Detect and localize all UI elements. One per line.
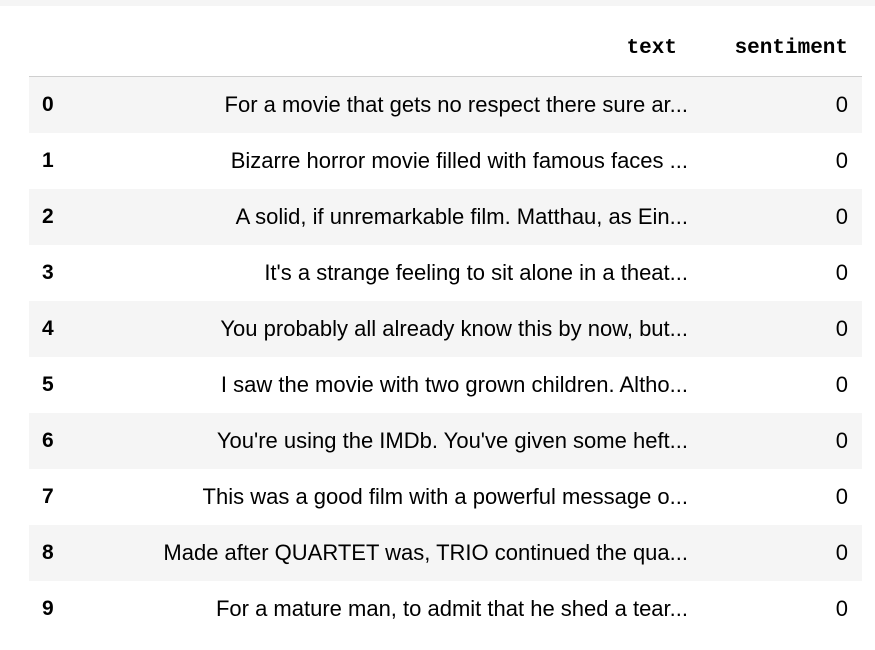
table-body: 0 For a movie that gets no respect there… [29, 76, 862, 637]
sentiment-cell: 0 [835, 91, 848, 117]
table-row: 7 This was a good film with a powerful m… [29, 468, 862, 525]
sentiment-cell: 0 [835, 427, 848, 453]
table-header: text sentiment [29, 21, 862, 77]
table-row: 8 Made after QUARTET was, TRIO continued… [29, 524, 862, 581]
text-cell: A solid, if unremarkable film. Matthau, … [235, 203, 688, 229]
top-strip [0, 0, 875, 6]
table-row: 3 It's a strange feeling to sit alone in… [29, 244, 862, 301]
text-cell: This was a good film with a powerful mes… [202, 483, 688, 509]
text-cell: I saw the movie with two grown children.… [220, 371, 688, 397]
text-cell: You probably all already know this by no… [220, 315, 688, 341]
text-cell: Bizarre horror movie filled with famous … [230, 147, 688, 173]
dataframe-table: text sentiment 0 For a movie that gets n… [29, 21, 862, 637]
text-cell: For a movie that gets no respect there s… [224, 91, 688, 117]
header-row: text sentiment [29, 21, 862, 77]
table-row: 4 You probably all already know this by … [29, 300, 862, 357]
text-cell: For a mature man, to admit that he shed … [215, 595, 688, 621]
text-cell: Made after QUARTET was, TRIO continued t… [163, 539, 688, 565]
text-cell: You're using the IMDb. You've given some… [216, 427, 688, 453]
table-row: 5 I saw the movie with two grown childre… [29, 356, 862, 413]
index-header [29, 21, 75, 77]
sentiment-cell: 0 [835, 595, 848, 621]
sentiment-cell: 0 [835, 539, 848, 565]
row-index: 6 [42, 428, 54, 452]
row-index: 3 [42, 260, 54, 284]
text-column-header: text [75, 21, 691, 77]
table-row: 1 Bizarre horror movie filled with famou… [29, 132, 862, 189]
table-row: 6 You're using the IMDb. You've given so… [29, 412, 862, 469]
row-index: 4 [42, 316, 54, 340]
sentiment-cell: 0 [835, 483, 848, 509]
table-row: 0 For a movie that gets no respect there… [29, 76, 862, 133]
row-index: 1 [42, 148, 54, 172]
row-index: 7 [42, 484, 54, 508]
sentiment-cell: 0 [835, 315, 848, 341]
row-index: 9 [42, 596, 54, 620]
sentiment-cell: 0 [835, 203, 848, 229]
row-index: 5 [42, 372, 54, 396]
table-row: 9 For a mature man, to admit that he she… [29, 580, 862, 637]
row-index: 0 [42, 92, 54, 116]
row-index: 8 [42, 540, 54, 564]
row-index: 2 [42, 204, 54, 228]
sentiment-cell: 0 [835, 259, 848, 285]
sentiment-column-header: sentiment [691, 21, 862, 77]
table-row: 2 A solid, if unremarkable film. Matthau… [29, 188, 862, 245]
sentiment-cell: 0 [835, 147, 848, 173]
sentiment-cell: 0 [835, 371, 848, 397]
text-cell: It's a strange feeling to sit alone in a… [264, 259, 688, 285]
